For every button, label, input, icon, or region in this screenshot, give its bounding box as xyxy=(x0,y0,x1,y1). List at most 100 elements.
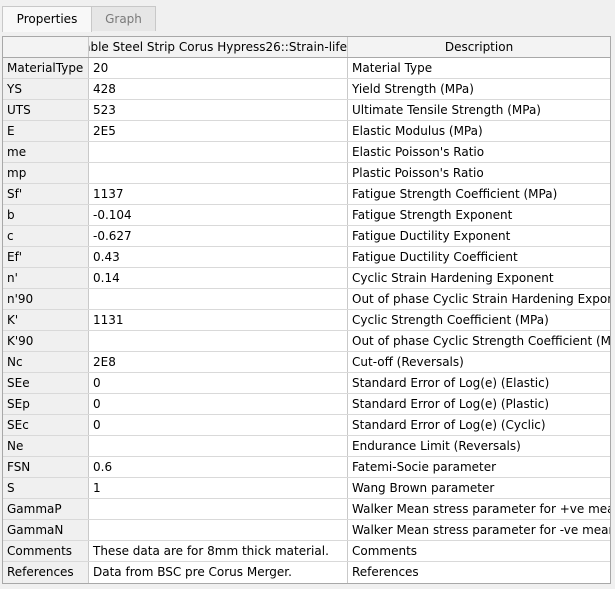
table-row[interactable]: n' 0.14 Cyclic Strain Hardening Exponent xyxy=(3,268,610,289)
row-value-cell[interactable]: These data are for 8mm thick material. xyxy=(89,541,348,561)
table-row[interactable]: FSN 0.6 Fatemi-Socie parameter xyxy=(3,457,610,478)
table-row[interactable]: SEe 0 Standard Error of Log(e) (Elastic) xyxy=(3,373,610,394)
row-name-cell: n' xyxy=(3,268,89,288)
table-row[interactable]: GammaN Walker Mean stress parameter for -… xyxy=(3,520,610,541)
row-name-cell: mp xyxy=(3,163,89,183)
row-name-cell: UTS xyxy=(3,100,89,120)
row-description-cell: Ultimate Tensile Strength (MPa) xyxy=(352,103,541,117)
table-row[interactable]: Ef' 0.43 Fatigue Ductility Coefficient xyxy=(3,247,610,268)
row-value-cell[interactable] xyxy=(89,142,348,162)
row-value-cell[interactable]: 1137 xyxy=(89,184,348,204)
row-value-cell[interactable] xyxy=(89,499,348,519)
row-description-cell: Fatemi-Socie parameter xyxy=(352,460,497,474)
row-name-cell: FSN xyxy=(3,457,89,477)
table-row[interactable]: GammaP Walker Mean stress parameter for +… xyxy=(3,499,610,520)
row-value-cell[interactable] xyxy=(89,163,348,183)
grid-header-row: Weldable Steel Strip Corus Hypress26::St… xyxy=(3,37,610,58)
row-description-cell: Elastic Poisson's Ratio xyxy=(352,145,485,159)
row-value-cell[interactable]: 0 xyxy=(89,373,348,393)
tab-properties[interactable]: Properties xyxy=(2,6,92,32)
row-value-cell[interactable] xyxy=(89,436,348,456)
row-description-cell: Out of phase Cyclic Strain Hardening Exp… xyxy=(352,292,610,306)
row-value-cell[interactable]: -0.104 xyxy=(89,205,348,225)
row-value-cell[interactable] xyxy=(89,331,348,351)
row-description-cell: Cyclic Strength Coefficient (MPa) xyxy=(352,313,549,327)
row-value-cell[interactable]: 0 xyxy=(89,415,348,435)
row-description-cell: Elastic Modulus (MPa) xyxy=(352,124,483,138)
row-name-cell: K'90 xyxy=(3,331,89,351)
row-value-cell[interactable]: 428 xyxy=(89,79,348,99)
row-description-cell: Standard Error of Log(e) (Plastic) xyxy=(352,397,550,411)
row-value-cell[interactable]: 0 xyxy=(89,394,348,414)
row-description-cell: Fatigue Ductility Coefficient xyxy=(352,250,518,264)
table-row[interactable]: YS 428 Yield Strength (MPa) xyxy=(3,79,610,100)
row-description-cell: Fatigue Strength Coefficient (MPa) xyxy=(352,187,558,201)
row-value-cell[interactable] xyxy=(89,520,348,540)
row-description-cell: Material Type xyxy=(352,61,433,75)
row-description-cell: References xyxy=(352,565,419,579)
row-name-cell: me xyxy=(3,142,89,162)
row-value-cell[interactable]: -0.627 xyxy=(89,226,348,246)
row-description-cell: Cut-off (Reversals) xyxy=(352,355,464,369)
table-row[interactable]: Nc 2E8 Cut-off (Reversals) xyxy=(3,352,610,373)
row-name-cell: SEp xyxy=(3,394,89,414)
row-name-cell: E xyxy=(3,121,89,141)
row-name-cell: MaterialType xyxy=(3,58,89,78)
row-description-cell: Standard Error of Log(e) (Elastic) xyxy=(352,376,550,390)
row-description-cell: Out of phase Cyclic Strength Coefficient… xyxy=(352,334,610,348)
row-name-cell: SEc xyxy=(3,415,89,435)
table-row[interactable]: K'90 Out of phase Cyclic Strength Coeffic… xyxy=(3,331,610,352)
row-value-cell[interactable]: 523 xyxy=(89,100,348,120)
row-value-cell[interactable] xyxy=(89,289,348,309)
value-column-header[interactable]: Weldable Steel Strip Corus Hypress26::St… xyxy=(89,37,348,57)
table-row[interactable]: n'90 Out of phase Cyclic Strain Hardening… xyxy=(3,289,610,310)
row-value-cell[interactable]: 20 xyxy=(89,58,348,78)
table-row[interactable]: mp Plastic Poisson's Ratio xyxy=(3,163,610,184)
row-name-cell: Sf' xyxy=(3,184,89,204)
row-description-cell: Walker Mean stress parameter for +ve mea… xyxy=(352,502,610,516)
table-row[interactable]: E 2E5 Elastic Modulus (MPa) xyxy=(3,121,610,142)
table-row[interactable]: SEc 0 Standard Error of Log(e) (Cyclic) xyxy=(3,415,610,436)
row-name-cell: c xyxy=(3,226,89,246)
tab-bar: Properties Graph xyxy=(2,6,156,32)
table-row[interactable]: References Data from BSC pre Corus Merger… xyxy=(3,562,610,583)
table-row[interactable]: me Elastic Poisson's Ratio xyxy=(3,142,610,163)
row-description-cell: Yield Strength (MPa) xyxy=(352,82,474,96)
corner-header-cell xyxy=(3,37,89,57)
row-description-cell: Endurance Limit (Reversals) xyxy=(352,439,521,453)
row-name-cell: n'90 xyxy=(3,289,89,309)
table-row[interactable]: b -0.104 Fatigue Strength Exponent xyxy=(3,205,610,226)
row-description-cell: Walker Mean stress parameter for -ve mea… xyxy=(352,523,610,537)
table-row[interactable]: K' 1131 Cyclic Strength Coefficient (MPa) xyxy=(3,310,610,331)
row-value-cell[interactable]: 0.43 xyxy=(89,247,348,267)
row-description-cell: Fatigue Ductility Exponent xyxy=(352,229,511,243)
table-row[interactable]: SEp 0 Standard Error of Log(e) (Plastic) xyxy=(3,394,610,415)
table-row[interactable]: Ne Endurance Limit (Reversals) xyxy=(3,436,610,457)
property-grid: Weldable Steel Strip Corus Hypress26::St… xyxy=(2,36,611,584)
row-value-cell[interactable]: 2E8 xyxy=(89,352,348,372)
table-row[interactable]: MaterialType 20 Material Type xyxy=(3,58,610,79)
row-name-cell: Ne xyxy=(3,436,89,456)
row-description-cell: Standard Error of Log(e) (Cyclic) xyxy=(352,418,546,432)
row-description-cell: Wang Brown parameter xyxy=(352,481,495,495)
table-row[interactable]: Sf' 1137 Fatigue Strength Coefficient (MPa… xyxy=(3,184,610,205)
row-name-cell: Ef' xyxy=(3,247,89,267)
row-value-cell[interactable]: 1131 xyxy=(89,310,348,330)
row-name-cell: S xyxy=(3,478,89,498)
row-description-cell: Fatigue Strength Exponent xyxy=(352,208,513,222)
row-value-cell[interactable]: 1 xyxy=(89,478,348,498)
row-value-cell[interactable]: 0.6 xyxy=(89,457,348,477)
row-name-cell: SEe xyxy=(3,373,89,393)
row-name-cell: YS xyxy=(3,79,89,99)
row-value-cell[interactable]: 0.14 xyxy=(89,268,348,288)
table-row[interactable]: c -0.627 Fatigue Ductility Exponent xyxy=(3,226,610,247)
tab-graph[interactable]: Graph xyxy=(91,6,156,31)
table-row[interactable]: UTS 523 Ultimate Tensile Strength (MPa) xyxy=(3,100,610,121)
table-row[interactable]: S 1 Wang Brown parameter xyxy=(3,478,610,499)
description-column-header[interactable]: Description xyxy=(348,37,610,57)
row-name-cell: GammaP xyxy=(3,499,89,519)
row-value-cell[interactable]: 2E5 xyxy=(89,121,348,141)
table-row[interactable]: Comments These data are for 8mm thick mat… xyxy=(3,541,610,562)
row-value-cell[interactable]: Data from BSC pre Corus Merger. xyxy=(89,562,348,583)
row-description-cell: Comments xyxy=(352,544,418,558)
